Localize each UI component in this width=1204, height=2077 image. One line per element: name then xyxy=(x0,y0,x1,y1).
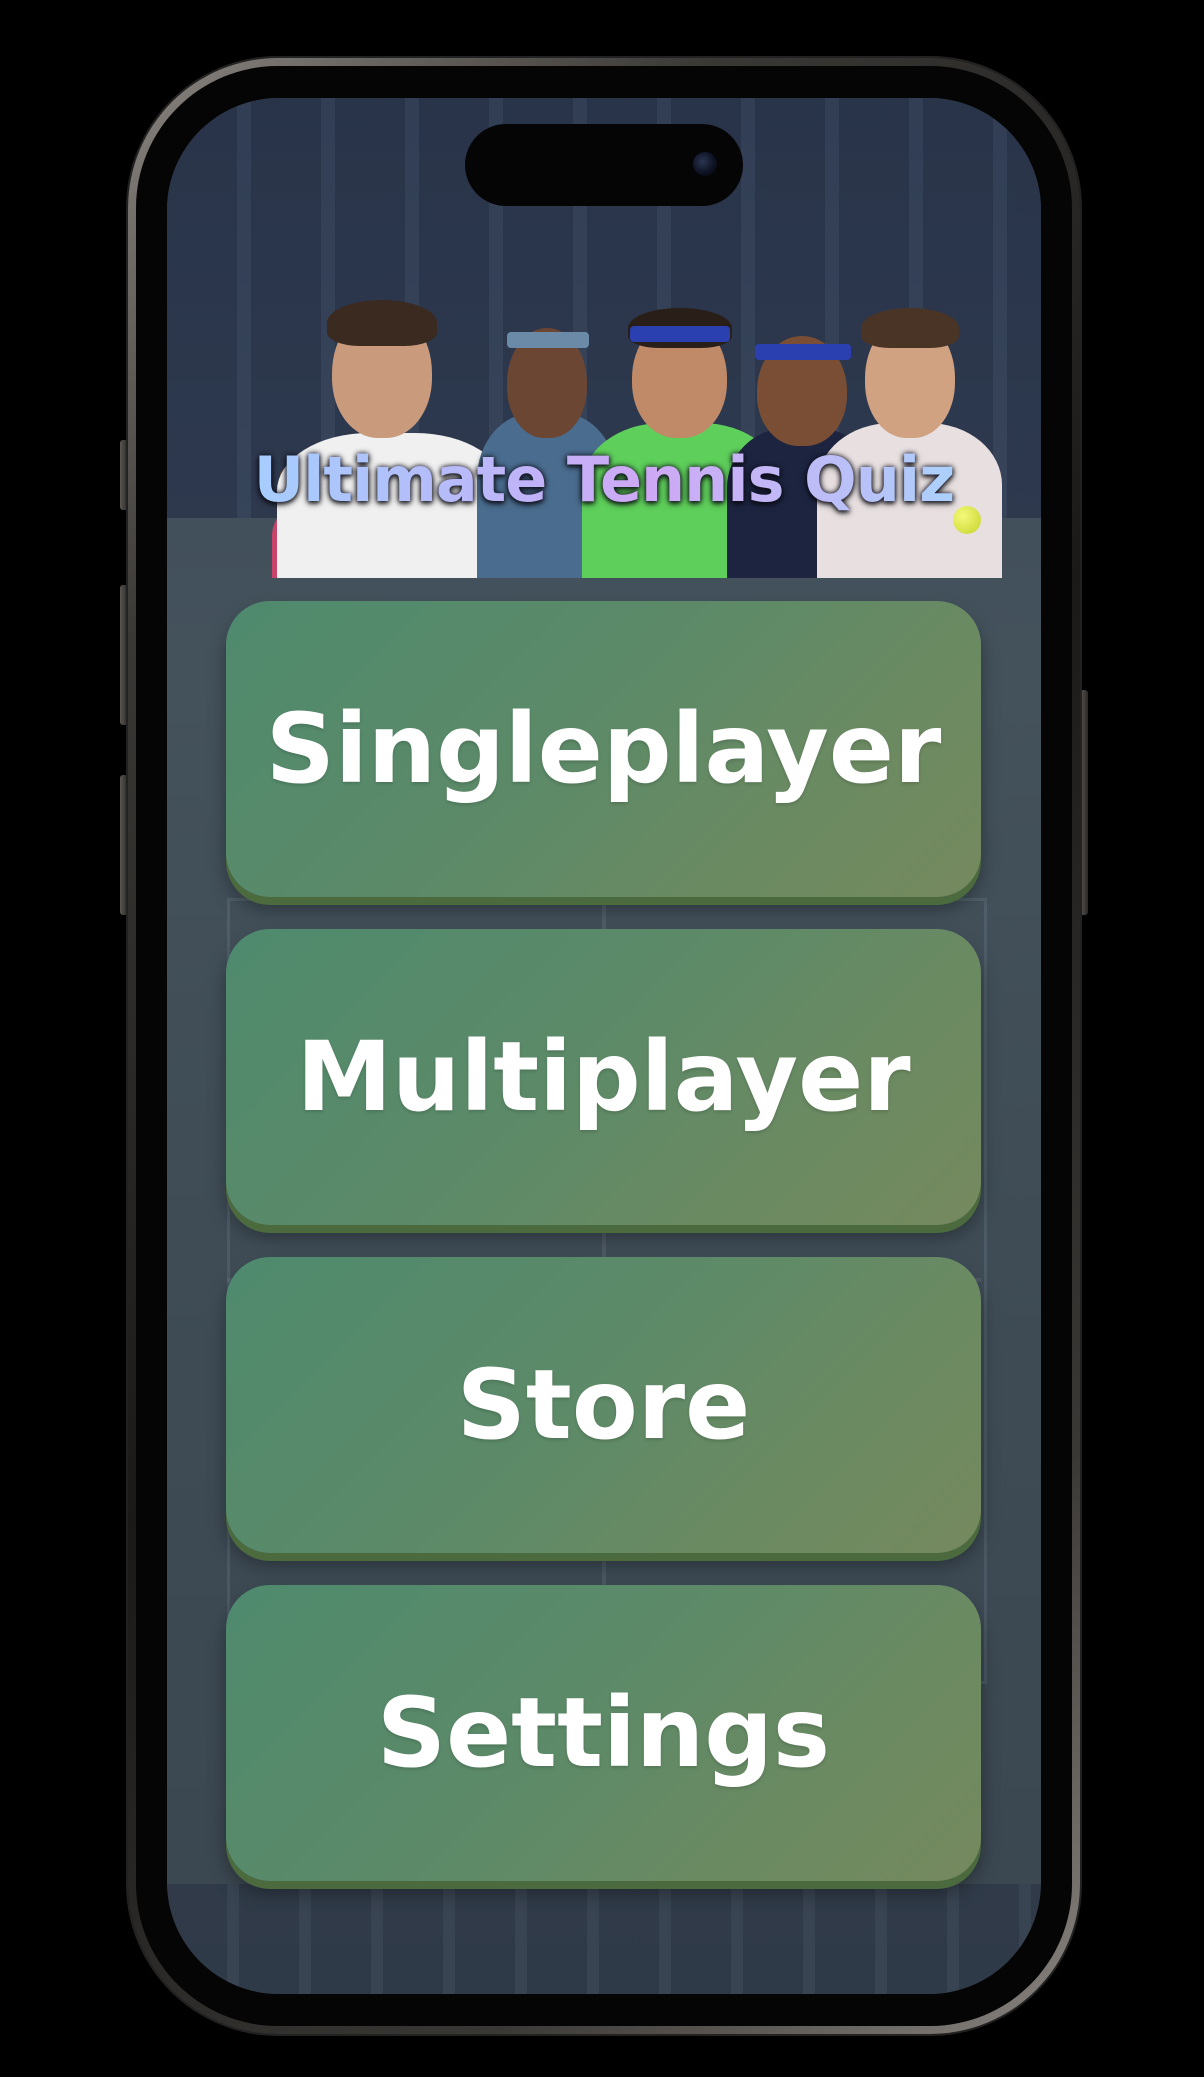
settings-button[interactable]: Settings xyxy=(226,1585,981,1881)
settings-label: Settings xyxy=(376,1677,831,1789)
player-figure xyxy=(807,298,1007,578)
singleplayer-button[interactable]: Singleplayer xyxy=(226,601,981,897)
front-camera-icon xyxy=(693,152,717,176)
multiplayer-label: Multiplayer xyxy=(296,1021,911,1133)
main-menu: Singleplayer Multiplayer Store Settings xyxy=(226,601,981,1913)
app-screen: Ultimate Tennis Quiz Singleplayer Multip… xyxy=(167,98,1041,1994)
volume-up-button xyxy=(120,585,128,725)
singleplayer-label: Singleplayer xyxy=(265,693,942,805)
dynamic-island xyxy=(465,124,743,206)
app-title: Ultimate Tennis Quiz xyxy=(167,443,1041,516)
action-button xyxy=(120,440,128,510)
power-button xyxy=(1080,690,1088,915)
device-stage: Ultimate Tennis Quiz Singleplayer Multip… xyxy=(0,0,1204,2077)
volume-down-button xyxy=(120,775,128,915)
store-label: Store xyxy=(456,1349,751,1461)
multiplayer-button[interactable]: Multiplayer xyxy=(226,929,981,1225)
store-button[interactable]: Store xyxy=(226,1257,981,1553)
